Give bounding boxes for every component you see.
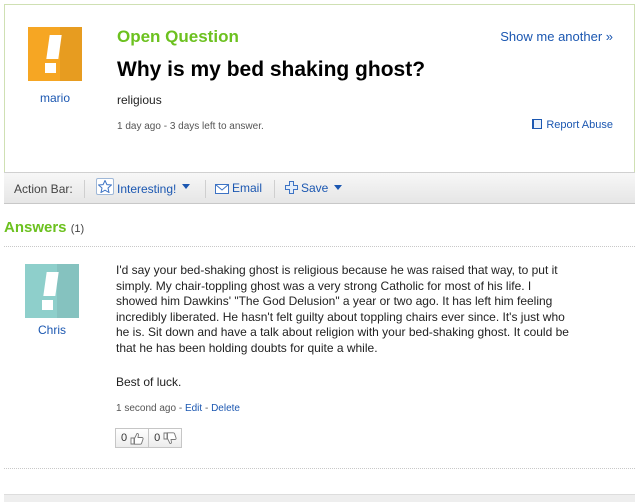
avatar-exclamation-dot: [42, 300, 53, 310]
meta-separator: -: [176, 403, 185, 414]
divider: [4, 468, 635, 469]
thumbs-down-count: 0: [154, 432, 161, 444]
mail-icon: [215, 184, 229, 194]
action-bar-label: Action Bar:: [14, 182, 73, 196]
footer-bar: [4, 494, 635, 502]
report-abuse-label: Report Abuse: [546, 119, 613, 131]
edit-link[interactable]: Edit: [185, 403, 202, 414]
answer-sign-off: Best of luck.: [116, 375, 182, 389]
asker-name-link[interactable]: mario: [25, 91, 85, 105]
answerer-name-link[interactable]: Chris: [22, 323, 82, 337]
question-meta: 1 day ago - 3 days left to answer.: [117, 121, 264, 132]
answerer-avatar[interactable]: [25, 264, 79, 318]
question-body: religious: [117, 93, 162, 107]
email-button[interactable]: Email: [215, 181, 262, 195]
thumbs-up-count: 0: [121, 432, 128, 444]
answers-count: (1): [70, 223, 85, 235]
avatar-exclamation-dot: [45, 63, 56, 73]
answer-line: I'd say your bed-shaking ghost is religi…: [116, 263, 558, 277]
asker-avatar[interactable]: [28, 27, 82, 81]
answers-heading: Answers (1): [4, 219, 84, 236]
report-abuse-link[interactable]: Report Abuse: [532, 119, 613, 131]
avatar-shade: [57, 264, 79, 318]
question-title: Why is my bed shaking ghost?: [117, 58, 426, 81]
divider: [84, 180, 85, 198]
answer-meta: 1 second ago - Edit - Delete: [116, 403, 240, 414]
star-icon: [96, 178, 114, 195]
plus-icon: [285, 181, 298, 194]
meta-separator: -: [202, 403, 212, 414]
save-button[interactable]: Save: [285, 181, 343, 195]
show-another-link[interactable]: Show me another »: [500, 29, 613, 44]
divider: [4, 246, 635, 247]
answer-line: that he has been holding doubts for quit…: [116, 340, 378, 355]
thumbs-down-button[interactable]: 0: [148, 429, 181, 447]
answer-line: showed him Dawkins' "The God Delusion" a…: [116, 294, 553, 308]
answer-line: he is. Sit down and have a talk about re…: [116, 325, 569, 339]
chevron-down-icon: [182, 184, 191, 189]
rating-buttons: 0 0: [115, 428, 183, 448]
avatar-shade: [60, 27, 82, 81]
question-status: Open Question: [117, 27, 239, 46]
divider: [274, 180, 275, 198]
flag-icon: [532, 119, 543, 129]
answer-text: I'd say your bed-shaking ghost is religi…: [116, 263, 612, 356]
interesting-button[interactable]: Interesting!: [96, 178, 191, 196]
answer-line: simply. My chair-toppling ghost was a ve…: [116, 278, 532, 293]
chevron-down-icon: [334, 185, 343, 190]
action-bar: Action Bar: Interesting! Email Save: [4, 172, 635, 204]
save-label: Save: [301, 181, 329, 195]
divider: [205, 180, 206, 198]
answers-title: Answers: [4, 219, 67, 236]
answer-line: incredibly liberated. He hasn't felt gui…: [116, 309, 565, 324]
answer-time: 1 second ago: [116, 403, 177, 414]
thumbs-up-icon: [130, 432, 144, 445]
delete-link[interactable]: Delete: [211, 403, 240, 414]
interesting-label: Interesting!: [117, 182, 177, 196]
thumbs-down-icon: [163, 431, 177, 444]
thumbs-up-button[interactable]: 0: [116, 429, 148, 447]
email-label: Email: [232, 181, 263, 195]
